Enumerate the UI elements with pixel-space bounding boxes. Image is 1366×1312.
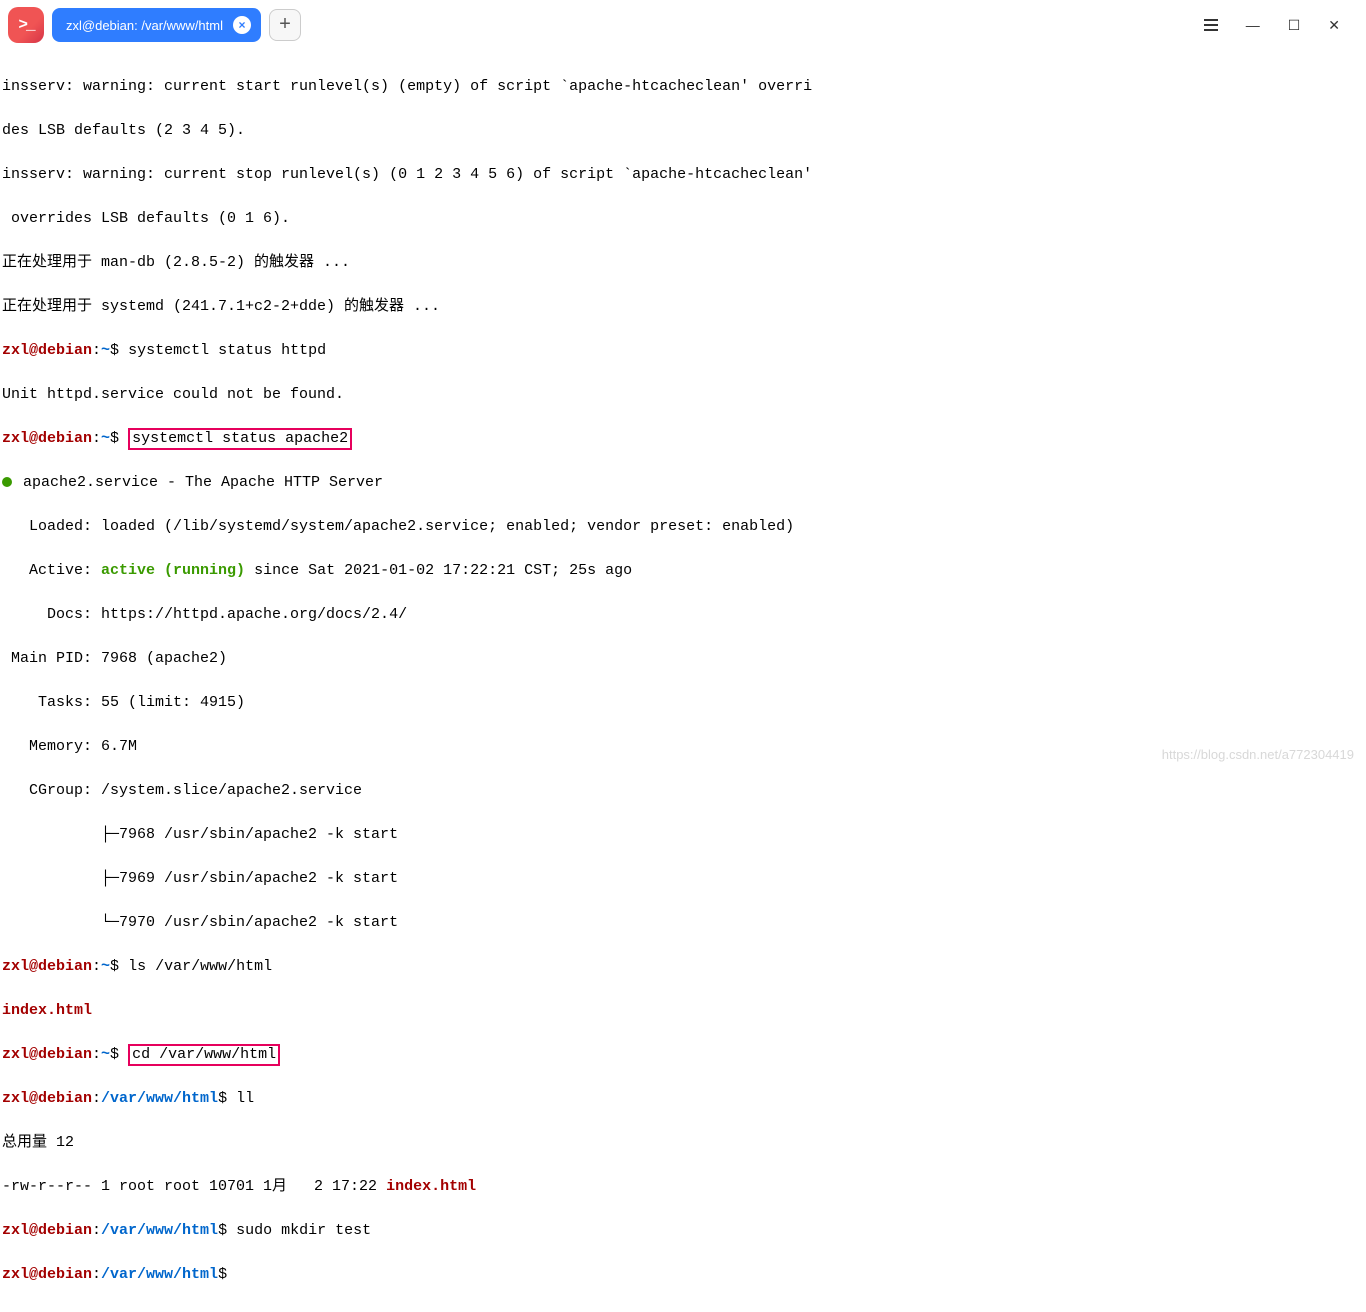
- command-text: ls /var/www/html: [119, 958, 272, 975]
- prompt-line: zxl@debian:/var/www/html$ ll: [2, 1088, 1364, 1110]
- cursor: [227, 1266, 236, 1283]
- highlighted-command: cd /var/www/html: [128, 1044, 280, 1066]
- output-line: insserv: warning: current stop runlevel(…: [2, 164, 1364, 186]
- prompt-user: zxl@debian: [2, 1222, 92, 1239]
- file-name: index.html: [2, 1002, 92, 1019]
- file-name: index.html: [386, 1178, 476, 1195]
- prompt-path: ~: [101, 1046, 110, 1063]
- prompt-user: zxl@debian: [2, 430, 92, 447]
- prompt-line: zxl@debian:~$ systemctl status apache2: [2, 428, 1364, 450]
- prompt-path: /var/www/html: [101, 1090, 218, 1107]
- prompt-line: zxl@debian:~$ ls /var/www/html: [2, 956, 1364, 978]
- prompt-path: ~: [101, 342, 110, 359]
- terminal-output[interactable]: insserv: warning: current start runlevel…: [0, 50, 1366, 1312]
- output-line: 正在处理用于 man-db (2.8.5-2) 的触发器 ...: [2, 252, 1364, 274]
- command-text: ll: [227, 1090, 254, 1107]
- prompt-line: zxl@debian:/var/www/html$: [2, 1264, 1364, 1286]
- output-line: 总用量 12: [2, 1132, 1364, 1154]
- prompt-path: /var/www/html: [101, 1266, 218, 1283]
- output-line: Unit httpd.service could not be found.: [2, 384, 1364, 406]
- terminal-app-icon: [8, 7, 44, 43]
- prompt-line: zxl@debian:/var/www/html$ sudo mkdir tes…: [2, 1220, 1364, 1242]
- command-text: systemctl status httpd: [119, 342, 326, 359]
- output-line: insserv: warning: current start runlevel…: [2, 76, 1364, 98]
- command-text: sudo mkdir test: [227, 1222, 371, 1239]
- output-line: CGroup: /system.slice/apache2.service: [2, 780, 1364, 802]
- output-line: └─7970 /usr/sbin/apache2 -k start: [2, 912, 1364, 934]
- prompt-user: zxl@debian: [2, 342, 92, 359]
- prompt-line: zxl@debian:~$ systemctl status httpd: [2, 340, 1364, 362]
- maximize-button[interactable]: ☐: [1288, 17, 1301, 34]
- prompt-user: zxl@debian: [2, 958, 92, 975]
- tab-close-icon[interactable]: ×: [233, 16, 251, 34]
- output-line: ├─7968 /usr/sbin/apache2 -k start: [2, 824, 1364, 846]
- output-line: Tasks: 55 (limit: 4915): [2, 692, 1364, 714]
- output-line: Loaded: loaded (/lib/systemd/system/apac…: [2, 516, 1364, 538]
- output-line: ├─7969 /usr/sbin/apache2 -k start: [2, 868, 1364, 890]
- prompt-user: zxl@debian: [2, 1046, 92, 1063]
- output-line: -rw-r--r-- 1 root root 10701 1月 2 17:22 …: [2, 1176, 1364, 1198]
- output-line: 正在处理用于 systemd (241.7.1+c2-2+dde) 的触发器 .…: [2, 296, 1364, 318]
- prompt-path: /var/www/html: [101, 1222, 218, 1239]
- minimize-button[interactable]: —: [1246, 17, 1260, 33]
- watermark-text: https://blog.csdn.net/a772304419: [1162, 747, 1354, 762]
- status-active: active (running): [101, 562, 245, 579]
- close-button[interactable]: ✕: [1328, 17, 1340, 34]
- menu-icon[interactable]: [1204, 19, 1218, 31]
- output-line: apache2.service - The Apache HTTP Server: [2, 472, 1364, 494]
- output-line: Docs: https://httpd.apache.org/docs/2.4/: [2, 604, 1364, 626]
- prompt-user: zxl@debian: [2, 1090, 92, 1107]
- new-tab-button[interactable]: +: [269, 9, 301, 41]
- prompt-user: zxl@debian: [2, 1266, 92, 1283]
- window-titlebar: zxl@debian: /var/www/html × + — ☐ ✕: [0, 0, 1366, 50]
- status-dot-icon: [2, 477, 12, 487]
- window-controls: — ☐ ✕: [1204, 17, 1358, 34]
- output-line: overrides LSB defaults (0 1 6).: [2, 208, 1364, 230]
- output-line: Active: active (running) since Sat 2021-…: [2, 560, 1364, 582]
- output-line: Memory: 6.7M: [2, 736, 1364, 758]
- prompt-path: ~: [101, 430, 110, 447]
- tab-active[interactable]: zxl@debian: /var/www/html ×: [52, 8, 261, 42]
- tab-title: zxl@debian: /var/www/html: [66, 18, 223, 33]
- prompt-path: ~: [101, 958, 110, 975]
- highlighted-command: systemctl status apache2: [128, 428, 352, 450]
- output-line: index.html: [2, 1000, 1364, 1022]
- output-line: Main PID: 7968 (apache2): [2, 648, 1364, 670]
- prompt-line: zxl@debian:~$ cd /var/www/html: [2, 1044, 1364, 1066]
- output-line: des LSB defaults (2 3 4 5).: [2, 120, 1364, 142]
